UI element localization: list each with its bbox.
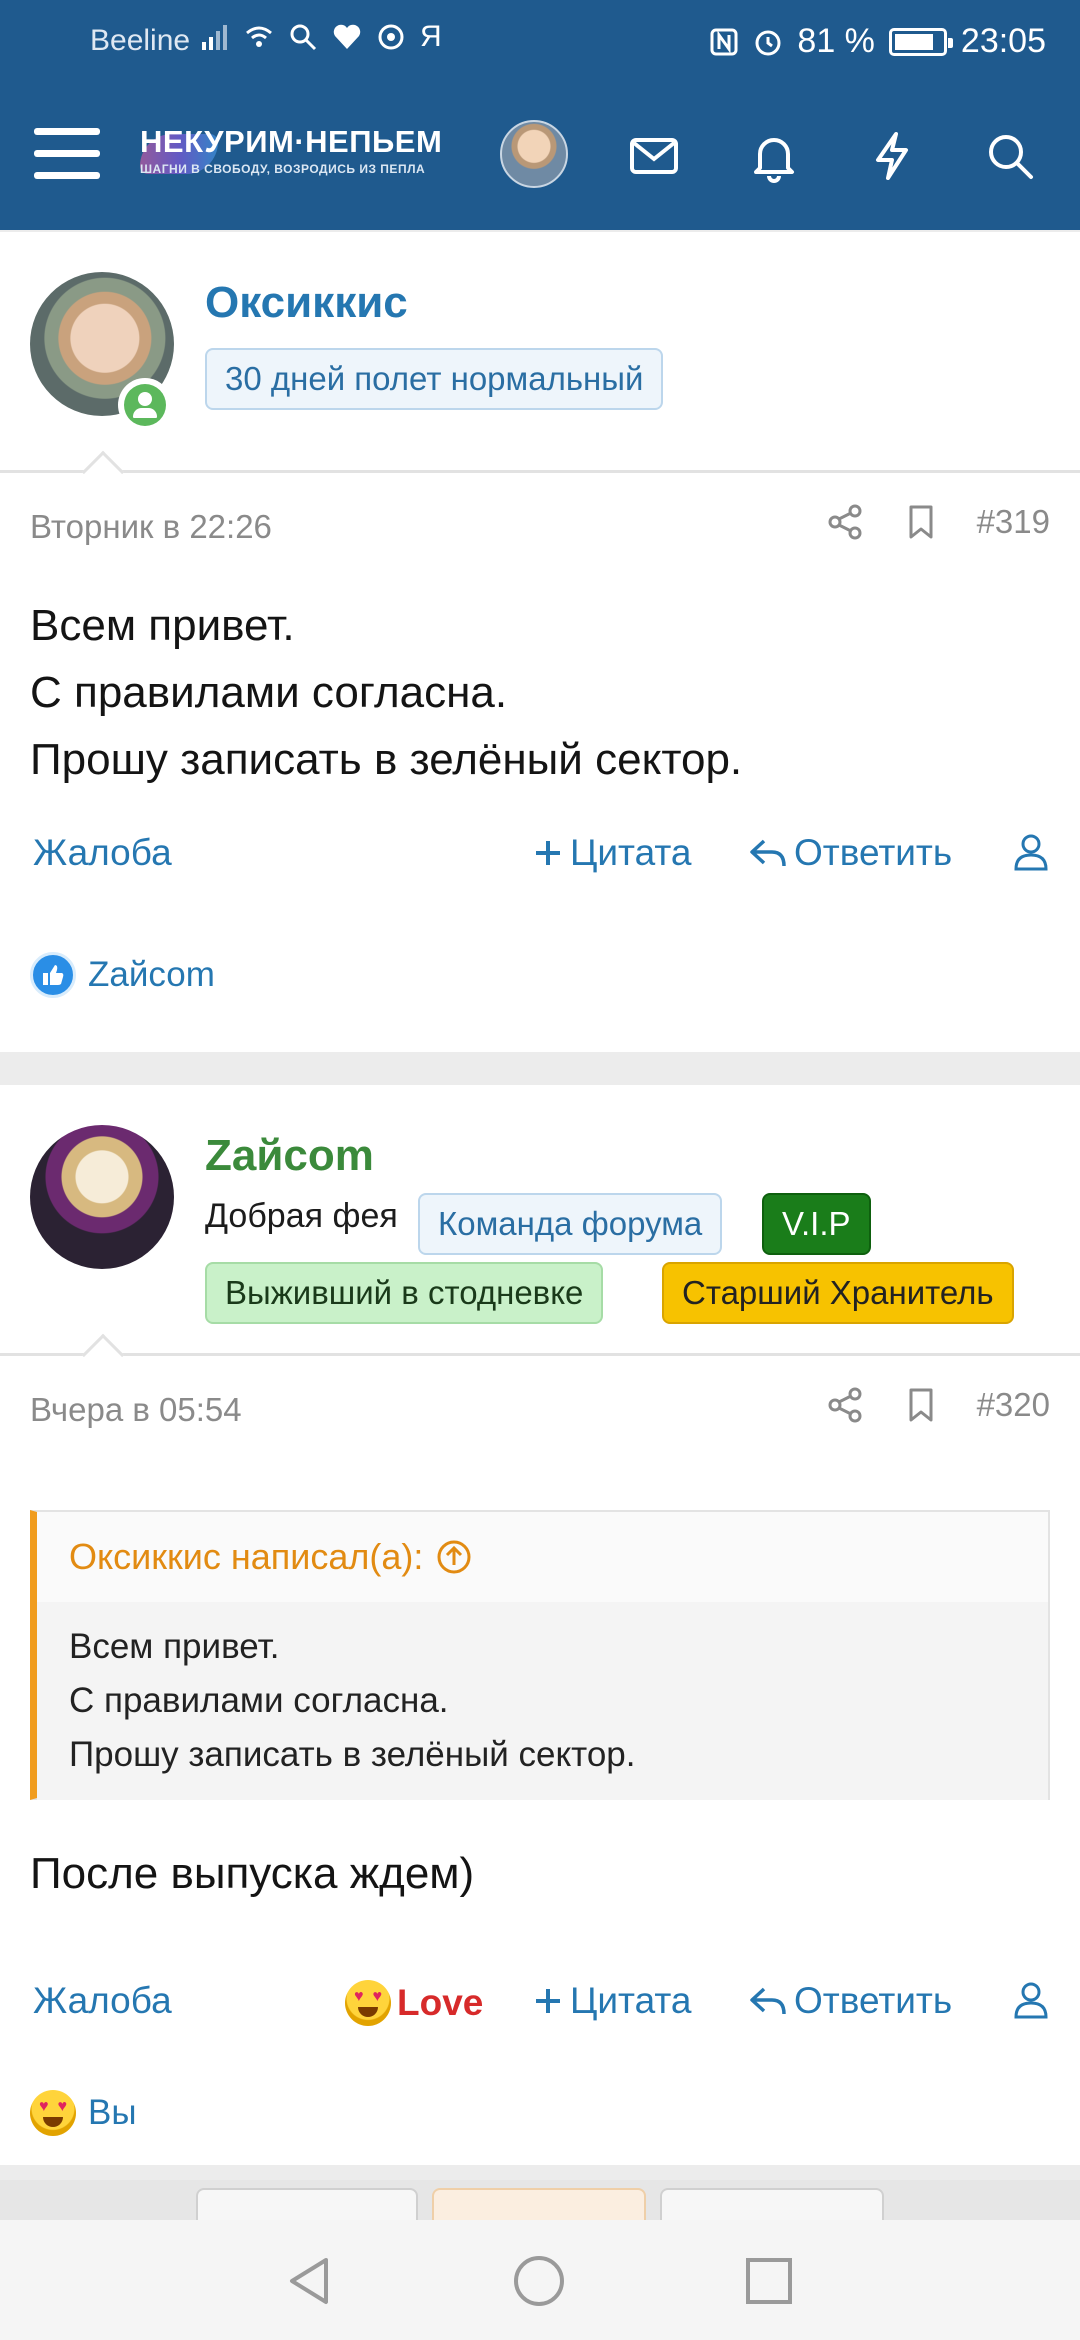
banner-vip: V.I.P (762, 1193, 871, 1255)
yandex-icon: Я (420, 20, 442, 53)
post-number[interactable]: #319 (977, 503, 1050, 541)
banner-senior-keeper: Старший Хранитель (662, 1262, 1014, 1324)
post-username[interactable]: Zайсоm (205, 1131, 374, 1181)
quote-header[interactable]: Оксиккис написал(а): (37, 1512, 1048, 1602)
quote-body: Всем привет. С правилами согласна. Прошу… (37, 1602, 1048, 1800)
quote-label: Цитата (570, 1980, 692, 2021)
post-tools: #320 (825, 1385, 1050, 1425)
post-number[interactable]: #320 (977, 1386, 1050, 1424)
search-icon[interactable] (982, 128, 1038, 184)
home-icon[interactable] (512, 2254, 566, 2308)
forum-header: НЕКУРИМ·НЕПЬЕМ ШАГНИ В СВОБОДУ, ВОЗРОДИС… (0, 110, 1080, 210)
post-319: Оксиккис 30 дней полет нормальный Вторни… (0, 232, 1080, 1052)
health-icon (333, 24, 361, 49)
logo-title: НЕКУРИМ·НЕПЬЕМ (140, 124, 443, 159)
quote-block: Оксиккис написал(а): Всем привет. С прав… (30, 1510, 1050, 1800)
alarm-icon (755, 30, 781, 55)
post-username[interactable]: Оксиккис (205, 278, 408, 328)
quote-button[interactable]: Цитата (532, 1980, 691, 2022)
user-icon (1014, 834, 1048, 871)
banner-forum-team: Команда форума (418, 1193, 723, 1255)
quote-label: Цитата (570, 832, 692, 873)
post-line: С правилами согласна. (30, 668, 508, 717)
system-nav-bar (0, 2220, 1080, 2340)
online-status-icon (118, 378, 172, 432)
post-320: Zайсоm Добрая фея Команда форума V.I.P В… (0, 1085, 1080, 2165)
post-date[interactable]: Вчера в 05:54 (30, 1391, 242, 1429)
report-label: Жалоба (33, 1980, 172, 2021)
menu-icon[interactable] (34, 128, 100, 184)
status-left-icons: Я (200, 20, 442, 54)
reactions-bar[interactable]: Вы (30, 2090, 137, 2136)
banner-survivor: Выживший в стодневке (205, 1262, 604, 1324)
post-date[interactable]: Вторник в 22:26 (30, 508, 272, 546)
quote-line: С правилами согласна. (69, 1681, 449, 1720)
carrier-label: Beeline (90, 24, 191, 57)
quote-author: Оксиккис написал(а): (69, 1536, 424, 1577)
love-emoji-icon (345, 1980, 391, 2026)
clock: 23:05 (960, 22, 1046, 60)
battery-icon (888, 27, 953, 56)
back-icon[interactable] (284, 2254, 334, 2308)
love-emoji-icon (30, 2090, 76, 2136)
report-label: Жалоба (33, 832, 172, 873)
post-line: После выпуска ждем) (30, 1849, 475, 1898)
reply-icon (750, 1987, 786, 2015)
status-bar: Beeline Я 81 % 23:05 (0, 0, 1080, 80)
battery-percent: 81 % (797, 22, 875, 60)
status-right: 81 % 23:05 (709, 22, 1046, 61)
post-divider (0, 470, 1080, 473)
reply-icon (750, 839, 786, 867)
plus-icon (536, 841, 560, 865)
thumbs-up-icon (30, 952, 76, 998)
reaction-users[interactable]: Zайсоm (88, 955, 215, 995)
mail-icon[interactable] (626, 128, 682, 184)
user-menu-button[interactable] (1012, 1980, 1050, 2020)
bell-icon[interactable] (746, 128, 802, 184)
account-avatar[interactable] (500, 120, 568, 188)
reply-label: Ответить (794, 1980, 953, 2021)
logo-tagline: ШАГНИ В СВОБОДУ, ВОЗРОДИСЬ ИЗ ПЕПЛА (140, 162, 426, 176)
reply-label: Ответить (794, 832, 953, 873)
search-status-icon (290, 24, 317, 51)
top-bar: Beeline Я 81 % 23:05 НЕКУРИМ·НЕПЬЕМ ШАГН… (0, 0, 1080, 230)
reply-button[interactable]: Ответить (748, 1980, 952, 2022)
post-body: После выпуска ждем) (30, 1840, 474, 1907)
post-tools: #319 (825, 502, 1050, 542)
post-actions: Жалоба Цитата Ответить (0, 832, 1080, 892)
bookmark-icon[interactable] (901, 1385, 941, 1425)
lightning-icon[interactable] (864, 128, 920, 184)
post-body: Всем привет. С правилами согласна. Прошу… (30, 592, 742, 793)
love-reaction-button[interactable]: Love (345, 1980, 483, 2026)
reaction-users[interactable]: Вы (88, 2093, 137, 2133)
plus-icon (536, 1989, 560, 2013)
post-actions: Жалоба Love Цитата Ответить (0, 1980, 1080, 2040)
quote-line: Всем привет. (69, 1627, 280, 1666)
quote-line: Прошу записать в зелёный сектор. (69, 1735, 636, 1774)
reply-button[interactable]: Ответить (748, 832, 952, 874)
signal-icon (202, 25, 227, 50)
arrow-up-circle-icon[interactable] (435, 1538, 473, 1576)
post-line: Прошу записать в зелёный сектор. (30, 735, 743, 784)
user-menu-button[interactable] (1012, 832, 1050, 872)
report-link[interactable]: Жалоба (33, 832, 172, 874)
report-link[interactable]: Жалоба (33, 1980, 172, 2022)
user-avatar[interactable] (30, 1125, 174, 1269)
forum-logo[interactable]: НЕКУРИМ·НЕПЬЕМ ШАГНИ В СВОБОДУ, ВОЗРОДИС… (140, 124, 443, 196)
share-icon[interactable] (825, 502, 865, 542)
post-divider (0, 1353, 1080, 1356)
reactions-bar[interactable]: Zайсоm (30, 952, 215, 998)
quote-button[interactable]: Цитата (532, 832, 691, 874)
user-icon (1014, 1982, 1048, 2019)
bookmark-icon[interactable] (901, 502, 941, 542)
nfc-icon (710, 28, 738, 55)
share-icon[interactable] (825, 1385, 865, 1425)
post-line: Всем привет. (30, 601, 295, 650)
user-title: Добрая фея (205, 1197, 398, 1235)
app-icon (378, 24, 404, 50)
recents-icon[interactable] (744, 2256, 794, 2306)
love-label: Love (397, 1982, 484, 2023)
user-title-banner: 30 дней полет нормальный (205, 348, 664, 410)
wifi-icon (246, 26, 272, 47)
